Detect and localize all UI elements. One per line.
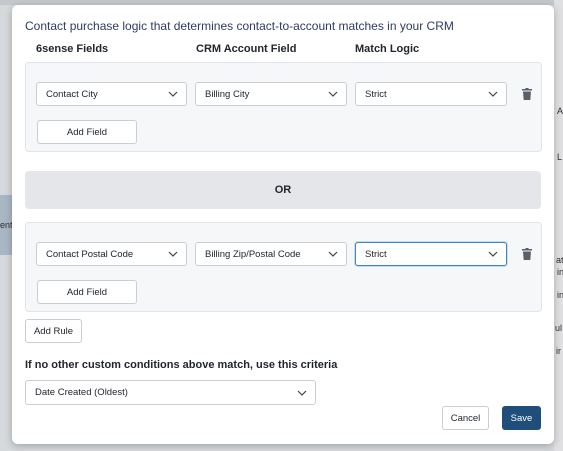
trash-icon[interactable]: [522, 248, 532, 260]
chevron-down-icon: [328, 91, 338, 97]
select-value: Strict: [365, 248, 387, 260]
crm-field-select[interactable]: Billing Zip/Postal Code: [195, 242, 347, 266]
column-header-crm: CRM Account Field: [196, 43, 297, 55]
match-logic-select[interactable]: Strict: [355, 82, 507, 106]
select-value: Date Created (Oldest): [35, 387, 128, 398]
match-logic-select[interactable]: Strict: [355, 242, 507, 266]
save-button[interactable]: Save: [502, 406, 541, 430]
select-value: Billing Zip/Postal Code: [205, 248, 301, 260]
fallback-criteria-select[interactable]: Date Created (Oldest): [25, 380, 316, 405]
column-header-6sense: 6sense Fields: [36, 43, 109, 55]
chevron-down-icon: [168, 91, 178, 97]
chevron-down-icon: [328, 251, 338, 257]
trash-icon[interactable]: [522, 88, 532, 100]
chevron-down-icon: [488, 91, 498, 97]
chevron-down-icon: [488, 251, 498, 257]
chevron-down-icon: [297, 390, 307, 396]
contact-match-modal: Contact purchase logic that determines c…: [12, 5, 554, 444]
cancel-button[interactable]: Cancel: [442, 406, 489, 430]
select-value: Contact Postal Code: [46, 248, 134, 260]
modal-title: Contact purchase logic that determines c…: [25, 19, 454, 33]
chevron-down-icon: [168, 251, 178, 257]
sixsense-field-select[interactable]: Contact Postal Code: [36, 242, 187, 266]
select-value: Billing City: [205, 88, 250, 100]
add-field-button[interactable]: Add Field: [37, 120, 137, 144]
rule-group-1: Contact City Billing City Strict Add Fie…: [25, 62, 542, 152]
or-divider: OR: [25, 171, 541, 209]
sixsense-field-select[interactable]: Contact City: [36, 82, 187, 106]
select-value: Contact City: [46, 88, 98, 100]
select-value: Strict: [365, 88, 387, 100]
column-header-match-logic: Match Logic: [355, 43, 420, 55]
crm-field-select[interactable]: Billing City: [195, 82, 347, 106]
fallback-criteria-label: If no other custom conditions above matc…: [25, 359, 338, 371]
rule-group-2: Contact Postal Code Billing Zip/Postal C…: [25, 222, 542, 312]
add-rule-button[interactable]: Add Rule: [25, 319, 82, 343]
add-field-button[interactable]: Add Field: [37, 280, 137, 304]
